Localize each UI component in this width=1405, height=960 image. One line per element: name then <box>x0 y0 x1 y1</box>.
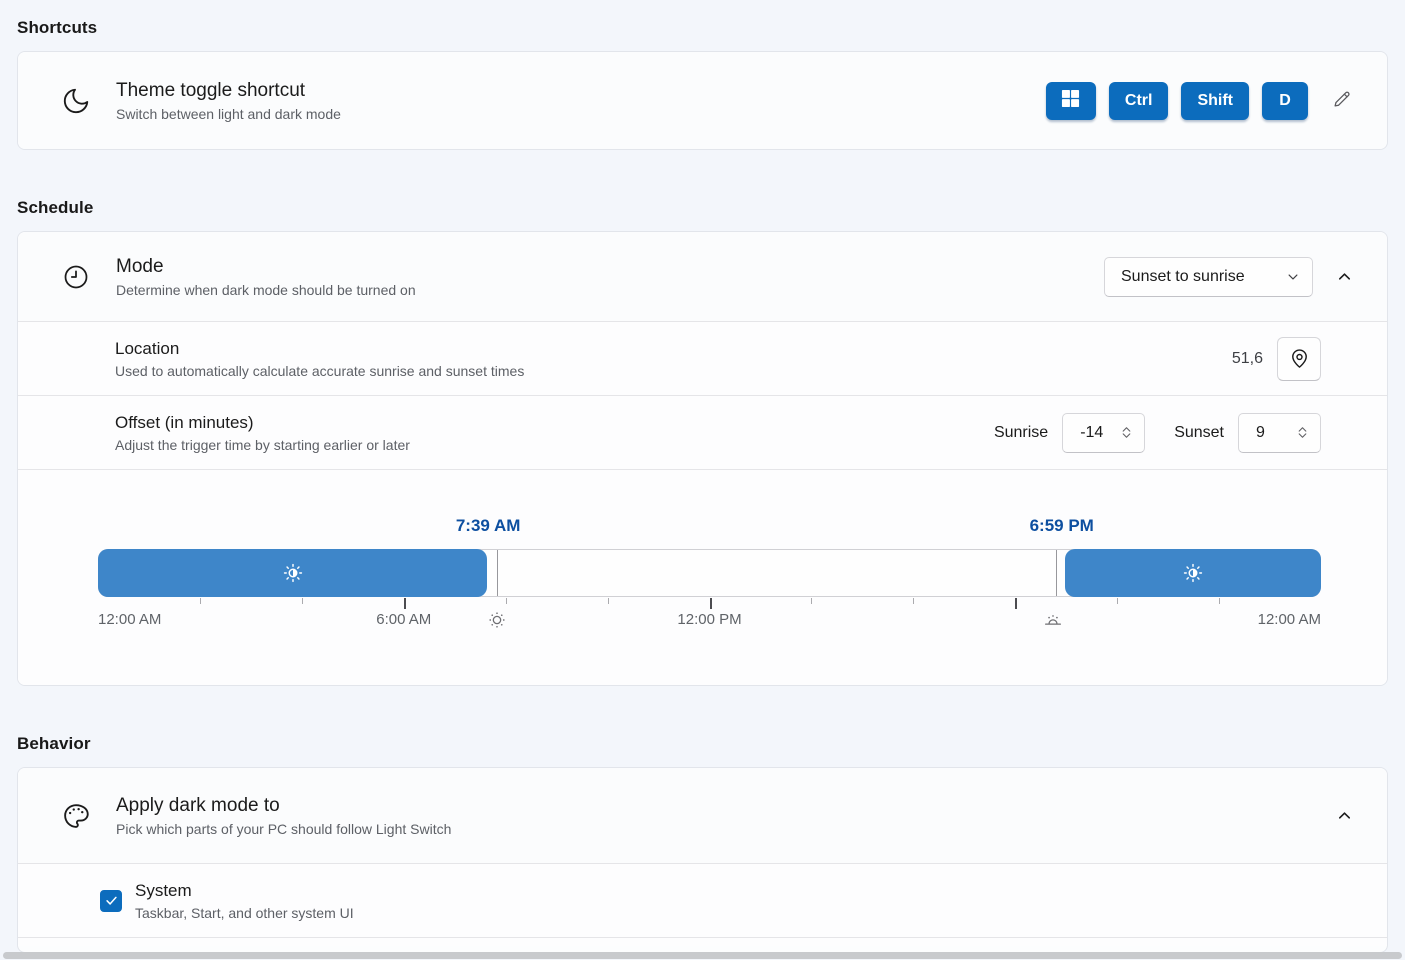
timeline-ticks <box>98 598 1321 610</box>
theme-toggle-row: Theme toggle shortcut Switch between lig… <box>18 52 1387 149</box>
horizontal-scrollbar-thumb[interactable] <box>3 952 1402 959</box>
sunrise-marker-line <box>497 550 498 596</box>
behavior-card: Apply dark mode to Pick which parts of y… <box>17 767 1388 953</box>
chevron-up-icon <box>1336 268 1353 285</box>
ctrl-key: Ctrl <box>1109 82 1169 120</box>
tick-mark <box>1117 598 1118 604</box>
mode-dropdown[interactable]: Sunset to sunrise <box>1104 257 1313 297</box>
moon-icon <box>60 86 92 116</box>
apply-dark-mode-subtitle: Pick which parts of your PC should follo… <box>116 821 451 837</box>
sunset-icon <box>1042 609 1064 636</box>
apply-dark-mode-row: Apply dark mode to Pick which parts of y… <box>18 768 1387 863</box>
tick-mark <box>302 598 303 604</box>
tick-mark <box>200 598 201 604</box>
theme-toggle-titles: Theme toggle shortcut Switch between lig… <box>116 80 341 122</box>
shortcut-keys-group: Ctrl Shift D <box>1033 82 1359 120</box>
pencil-icon <box>1331 88 1353 113</box>
schedule-expander-button[interactable] <box>1325 258 1363 296</box>
location-subtitle: Used to automatically calculate accurate… <box>115 363 524 379</box>
behavior-section-heading: Behavior <box>17 686 1388 767</box>
theme-toggle-sun-icon <box>1182 562 1204 584</box>
shift-key: Shift <box>1181 82 1249 120</box>
location-title: Location <box>115 339 524 359</box>
theme-toggle-card: Theme toggle shortcut Switch between lig… <box>17 51 1388 150</box>
location-pick-button[interactable] <box>1277 337 1321 381</box>
theme-toggle-subtitle: Switch between light and dark mode <box>116 106 341 122</box>
clock-icon <box>60 263 92 291</box>
schedule-card: Mode Determine when dark mode should be … <box>17 231 1388 686</box>
sunrise-offset-label: Sunrise <box>994 424 1048 442</box>
system-row: System Taskbar, Start, and other system … <box>18 864 1387 937</box>
mode-title: Mode <box>116 256 416 278</box>
sunset-offset-spinner[interactable]: 9 <box>1238 413 1321 453</box>
tick-mark <box>811 598 812 604</box>
theme-toggle-title: Theme toggle shortcut <box>116 80 341 102</box>
tick-label-noon: 12:00 PM <box>677 611 741 628</box>
system-subtitle: Taskbar, Start, and other system UI <box>135 905 354 921</box>
windows-logo-icon <box>1061 89 1080 113</box>
tick-mark <box>506 598 507 604</box>
light-switch-settings-page: Shortcuts Theme toggle shortcut Switch b… <box>0 0 1405 953</box>
sunrise-offset-spinner[interactable]: -14 <box>1062 413 1145 453</box>
location-value: 51,6 <box>1232 350 1263 368</box>
tick-mark <box>1015 598 1017 609</box>
mode-dropdown-value: Sunset to sunrise <box>1121 268 1245 286</box>
sunrise-offset-value: -14 <box>1080 424 1103 442</box>
tick-mark <box>1219 598 1220 604</box>
dark-period-bar-evening <box>1065 549 1321 597</box>
sunset-time-label: 6:59 PM <box>1030 516 1094 536</box>
tick-mark <box>404 598 406 609</box>
edit-shortcut-button[interactable] <box>1325 84 1359 118</box>
system-checkbox[interactable] <box>100 890 122 912</box>
shortcuts-section-heading: Shortcuts <box>17 0 1388 51</box>
palette-icon <box>60 801 92 831</box>
tick-mark <box>710 598 712 609</box>
sunrise-icon <box>486 609 508 636</box>
behavior-expander-button[interactable] <box>1325 797 1363 835</box>
next-row-clipped <box>18 938 1387 946</box>
sunrise-time-label: 7:39 AM <box>456 516 521 536</box>
check-icon <box>104 893 119 908</box>
theme-toggle-sun-icon <box>282 562 304 584</box>
mode-row: Mode Determine when dark mode should be … <box>18 232 1387 321</box>
spinner-updown-icon <box>1295 424 1310 441</box>
dark-period-bar-morning <box>98 549 487 597</box>
tick-mark <box>608 598 609 604</box>
mode-subtitle: Determine when dark mode should be turne… <box>116 282 416 298</box>
spinner-updown-icon <box>1119 424 1134 441</box>
win-key <box>1046 82 1096 120</box>
tick-label-midnight-left: 12:00 AM <box>98 611 161 628</box>
location-pin-icon <box>1288 347 1311 370</box>
schedule-timeline: 7:39 AM 6:59 PM 12:00 AM <box>18 470 1387 685</box>
chevron-up-icon <box>1336 807 1353 824</box>
tick-label-6am: 6:00 AM <box>376 611 431 628</box>
location-row: Location Used to automatically calculate… <box>18 322 1387 395</box>
schedule-section-heading: Schedule <box>17 150 1388 231</box>
system-title: System <box>135 881 354 901</box>
tick-label-midnight-right: 12:00 AM <box>1258 611 1321 628</box>
timeline-track <box>98 549 1321 597</box>
offset-title: Offset (in minutes) <box>115 413 410 433</box>
offset-subtitle: Adjust the trigger time by starting earl… <box>115 437 410 453</box>
sunset-offset-value: 9 <box>1256 424 1265 442</box>
chevron-down-icon <box>1286 270 1300 284</box>
sunset-offset-label: Sunset <box>1174 424 1224 442</box>
sunset-marker-line <box>1056 550 1057 596</box>
d-key: D <box>1262 82 1308 120</box>
tick-mark <box>913 598 914 604</box>
apply-dark-mode-title: Apply dark mode to <box>116 795 451 817</box>
offset-row: Offset (in minutes) Adjust the trigger t… <box>18 396 1387 469</box>
timeline-labels: 12:00 AM 6:00 AM 12:00 PM 12:00 AM <box>98 611 1321 635</box>
